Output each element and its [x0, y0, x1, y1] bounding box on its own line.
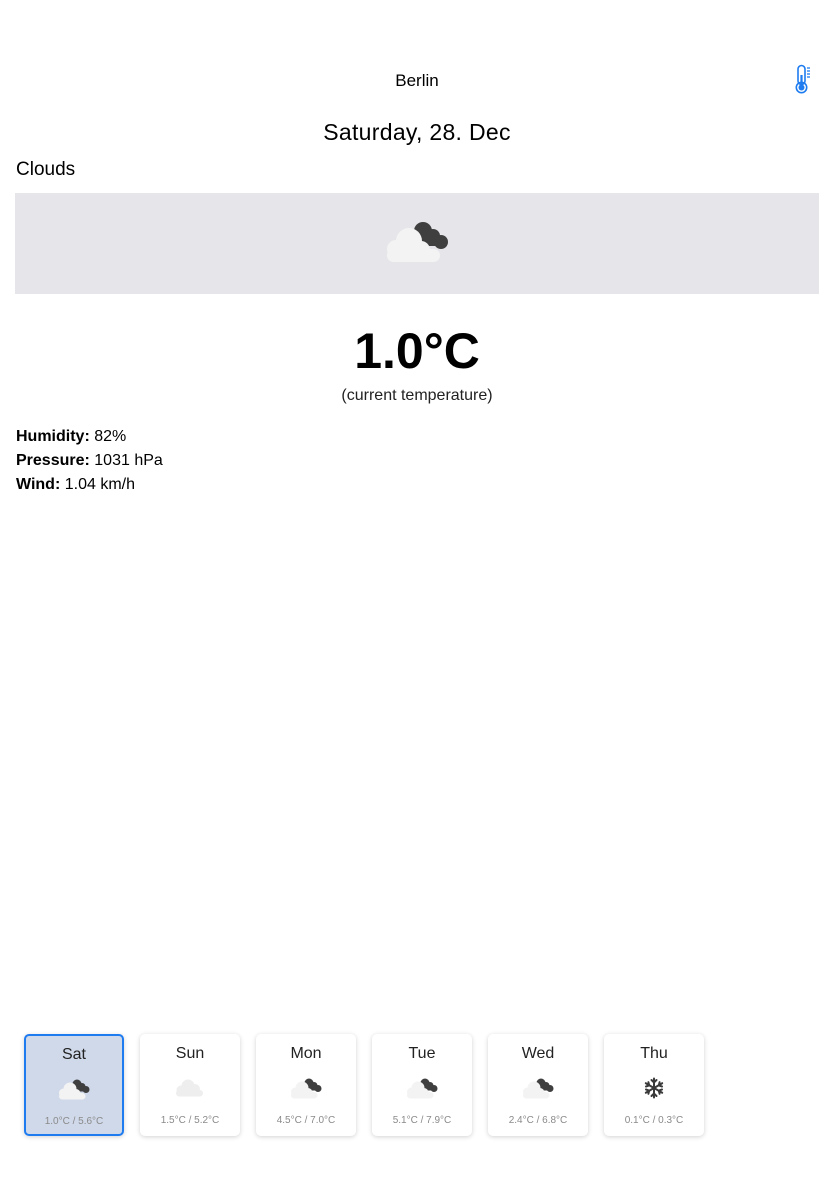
forecast-day-card[interactable]: Wed 2.4°C / 6.8°C	[488, 1034, 588, 1136]
forecast-temp-range: 1.0°C / 5.6°C	[44, 1116, 104, 1127]
navigation-bar: Berlin	[0, 0, 834, 110]
forecast-day-name: Mon	[290, 1045, 322, 1062]
humidity-label: Humidity:	[16, 428, 90, 445]
condition-banner	[15, 193, 819, 294]
weather-condition: Clouds	[16, 159, 76, 180]
humidity-value: 82%	[94, 428, 127, 445]
forecast-day-name: Thu	[640, 1045, 668, 1062]
cloud-moon-icon	[26, 1075, 122, 1103]
pressure-value: 1031 hPa	[94, 452, 163, 469]
forecast-temp-range: 4.5°C / 7.0°C	[276, 1115, 336, 1126]
forecast-day-card[interactable]: Tue 5.1°C / 7.9°C	[372, 1034, 472, 1136]
forecast-day-card[interactable]: Thu 0.1°C / 0.3°C	[604, 1034, 704, 1136]
forecast-temp-range: 1.5°C / 5.2°C	[160, 1115, 220, 1126]
forecast-day-card[interactable]: Sun 1.5°C / 5.2°C	[140, 1034, 240, 1136]
wind-value: 1.04 km/h	[64, 476, 135, 493]
temperature-caption: (current temperature)	[341, 387, 493, 404]
forecast-temp-range: 5.1°C / 7.9°C	[392, 1115, 452, 1126]
forecast-day-name: Sun	[175, 1045, 205, 1062]
thermometer-icon	[794, 64, 812, 99]
city-title: Berlin	[395, 71, 439, 90]
cloud-moon-icon	[381, 217, 453, 270]
current-temperature: 1.0°C	[354, 323, 480, 379]
current-date: Saturday, 28. Dec	[323, 119, 511, 145]
forecast-day-card[interactable]: Mon 4.5°C / 7.0°C	[256, 1034, 356, 1136]
units-button[interactable]	[790, 64, 816, 98]
pressure-label: Pressure:	[16, 452, 90, 469]
forecast-day-name: Sat	[61, 1046, 86, 1063]
humidity-row: Humidity: 82%	[16, 425, 163, 449]
snowflake-icon	[604, 1074, 704, 1102]
forecast-temp-range: 2.4°C / 6.8°C	[508, 1115, 568, 1126]
forecast-day-card[interactable]: Sat 1.0°C / 5.6°C	[24, 1034, 124, 1136]
wind-label: Wind:	[16, 476, 61, 493]
forecast-temp-range: 0.1°C / 0.3°C	[624, 1115, 684, 1126]
cloud-moon-icon	[488, 1074, 588, 1102]
forecast-day-name: Wed	[521, 1045, 555, 1062]
cloud-moon-icon	[256, 1074, 356, 1102]
forecast-day-name: Tue	[408, 1045, 436, 1062]
pressure-row: Pressure: 1031 hPa	[16, 449, 163, 473]
cloud-icon	[140, 1074, 240, 1102]
cloud-moon-icon	[372, 1074, 472, 1102]
wind-row: Wind: 1.04 km/h	[16, 473, 163, 497]
weather-details: Humidity: 82% Pressure: 1031 hPa Wind: 1…	[16, 425, 163, 497]
